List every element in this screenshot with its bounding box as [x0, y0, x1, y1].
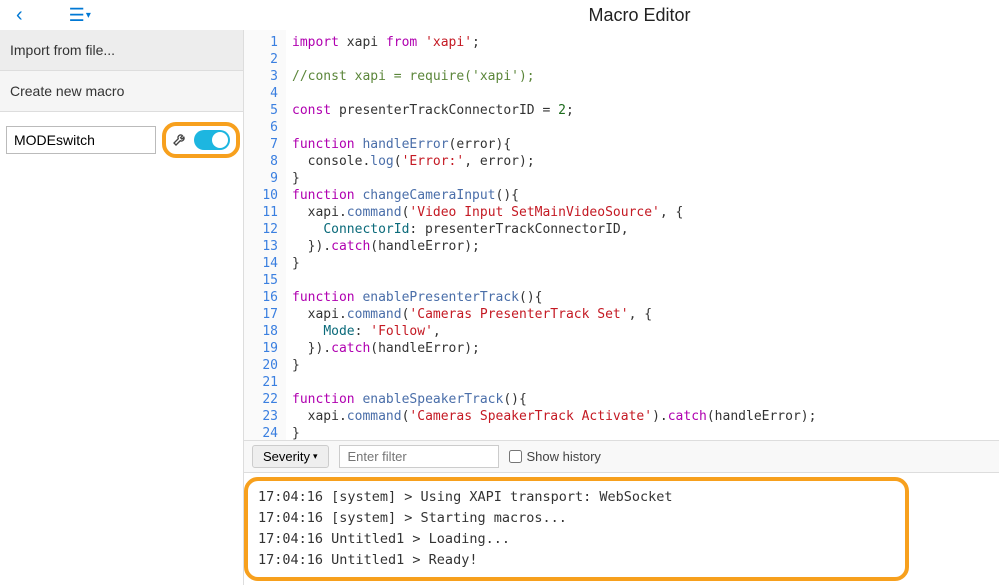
page-title: Macro Editor	[588, 5, 690, 26]
console-line: 17:04:16 Untitled1 > Loading...	[258, 529, 895, 550]
severity-label: Severity	[263, 449, 310, 464]
back-button[interactable]: ‹	[8, 2, 31, 29]
console-controls: Severity ▾ Show history	[244, 440, 999, 473]
main-area: Import from file... Create new macro 123…	[0, 30, 999, 585]
macro-toggle-highlight	[162, 122, 240, 158]
create-new-macro[interactable]: Create new macro	[0, 71, 243, 112]
show-history-input[interactable]	[509, 450, 522, 463]
editor-area: 1234567891011121314151617181920212223242…	[243, 30, 999, 585]
code-content[interactable]: import xapi from 'xapi';//const xapi = r…	[286, 30, 999, 440]
hamburger-icon: ☰	[69, 5, 85, 26]
macro-name-input[interactable]	[6, 126, 156, 154]
import-from-file[interactable]: Import from file...	[0, 30, 243, 71]
macro-enabled-toggle[interactable]	[194, 130, 230, 150]
topbar: ‹ ☰ ▾ Macro Editor	[0, 0, 999, 30]
severity-dropdown[interactable]: Severity ▾	[252, 445, 329, 468]
show-history-label: Show history	[527, 449, 601, 464]
code-area: 1234567891011121314151617181920212223242…	[244, 30, 999, 440]
console-line: 17:04:16 [system] > Starting macros...	[258, 508, 895, 529]
show-history-checkbox[interactable]: Show history	[509, 449, 601, 464]
sidebar: Import from file... Create new macro	[0, 30, 243, 585]
caret-down-icon: ▾	[313, 451, 318, 462]
console-filter-input[interactable]	[339, 445, 499, 468]
macro-row	[0, 112, 243, 168]
console-line: 17:04:16 Untitled1 > Ready!	[258, 550, 895, 571]
menu-button[interactable]: ☰ ▾	[61, 3, 99, 28]
console-output: 17:04:16 [system] > Using XAPI transport…	[244, 477, 909, 581]
console-line: 17:04:16 [system] > Using XAPI transport…	[258, 487, 895, 508]
line-gutter: 1234567891011121314151617181920212223242…	[244, 30, 286, 440]
caret-down-icon: ▾	[86, 10, 91, 21]
wrench-icon[interactable]	[172, 131, 188, 150]
